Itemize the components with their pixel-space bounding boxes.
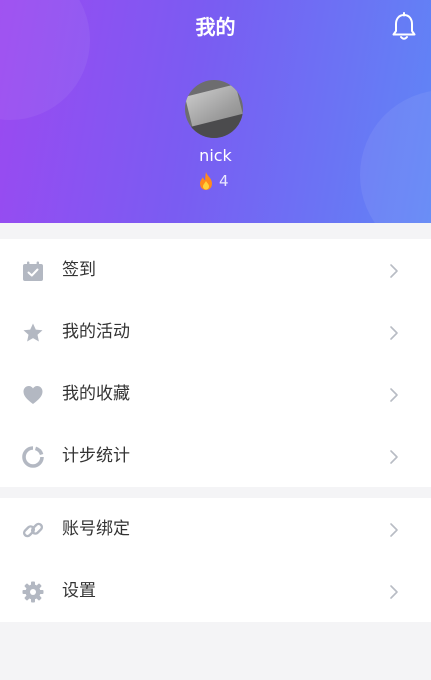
menu-item-checkin[interactable]: 签到 xyxy=(0,239,431,301)
username: nick xyxy=(199,146,232,165)
menu-item-settings[interactable]: 设置 xyxy=(0,560,431,622)
chevron-right-icon xyxy=(390,585,398,599)
star-icon xyxy=(23,323,43,342)
avatar[interactable] xyxy=(185,80,243,138)
flame-icon xyxy=(200,172,212,190)
menu-item-my-favorites[interactable]: 我的收藏 xyxy=(0,363,431,425)
menu-item-label: 签到 xyxy=(62,260,96,280)
menu-item-label: 我的收藏 xyxy=(62,384,130,404)
menu-item-label: 计步统计 xyxy=(62,446,130,466)
link-icon xyxy=(22,522,44,538)
profile-header: 我的 nick 4 xyxy=(0,0,431,223)
ring-progress-icon xyxy=(22,446,44,468)
score-value: 4 xyxy=(219,172,229,190)
bell-icon[interactable] xyxy=(390,12,418,42)
calendar-check-icon xyxy=(23,261,43,281)
chevron-right-icon xyxy=(390,450,398,464)
heart-icon xyxy=(23,386,43,404)
menu-group-1: 签到 我的活动 我的收藏 计步统计 xyxy=(0,239,431,487)
menu-item-my-activities[interactable]: 我的活动 xyxy=(0,301,431,363)
gear-icon xyxy=(22,581,44,603)
menu-item-label: 我的活动 xyxy=(62,322,130,342)
menu-item-label: 设置 xyxy=(62,581,96,601)
chevron-right-icon xyxy=(390,388,398,402)
chevron-right-icon xyxy=(390,523,398,537)
menu-item-account-binding[interactable]: 账号绑定 xyxy=(0,498,431,560)
activity-score: 4 xyxy=(198,170,229,192)
page-title: 我的 xyxy=(195,15,236,39)
menu-item-label: 账号绑定 xyxy=(62,519,130,539)
chevron-right-icon xyxy=(390,264,398,278)
menu-group-2: 账号绑定 设置 xyxy=(0,498,431,622)
chevron-right-icon xyxy=(390,326,398,340)
menu-item-step-stats[interactable]: 计步统计 xyxy=(0,425,431,487)
